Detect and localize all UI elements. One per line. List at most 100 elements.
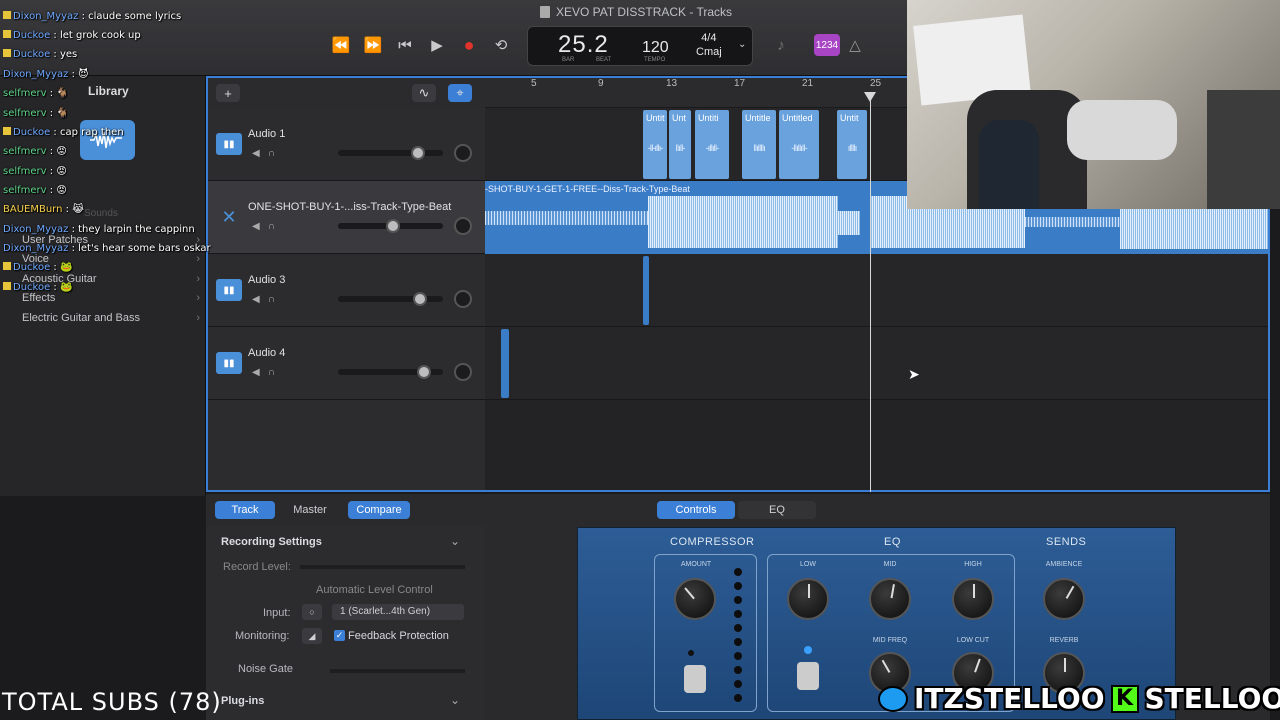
emote-icon: 😡: [56, 166, 67, 177]
cycle-button[interactable]: ⟲: [488, 34, 514, 56]
input-select[interactable]: 1 (Scarlet...4th Gen): [332, 604, 464, 620]
record-level-slider[interactable]: [300, 565, 465, 569]
meter-led: [734, 610, 742, 618]
mute-icon[interactable]: ◀: [252, 148, 260, 159]
chat-text: let grok cook up: [59, 30, 141, 41]
fader-knob[interactable]: [410, 146, 425, 160]
tab-track[interactable]: Track: [215, 501, 275, 519]
track-header[interactable]: ▮▮ Audio 1 ◀ ∩: [208, 108, 485, 181]
noise-gate-label[interactable]: Noise Gate: [238, 663, 293, 675]
audio-region[interactable]: Untitled -‖ı‖ı‖-: [779, 110, 819, 179]
pan-knob[interactable]: [454, 217, 472, 235]
library-search[interactable]: Sounds: [84, 208, 118, 219]
add-track-button[interactable]: +: [216, 84, 240, 102]
chat-text: they larpin the cappinn: [78, 224, 195, 235]
beat-label: BEAT: [596, 57, 612, 63]
catch-playhead-icon[interactable]: ⌖: [448, 84, 472, 102]
window-title-text: XEVO PAT DISSTRACK - Tracks: [556, 5, 733, 19]
sub-badge-icon: [3, 11, 11, 19]
meter-led: [734, 680, 742, 688]
headphones-icon[interactable]: ∩: [268, 221, 275, 232]
amount-knob[interactable]: [674, 578, 716, 620]
track-header[interactable]: ▮▮ Audio 3 ◀ ∩: [208, 254, 485, 327]
input-mono-button[interactable]: ○: [302, 604, 322, 620]
play-button[interactable]: ▶: [424, 34, 450, 56]
tab-controls[interactable]: Controls: [657, 501, 735, 519]
audio-region[interactable]: Untit -‖-ı‖ı-: [643, 110, 667, 179]
region-name: Untitle: [745, 113, 771, 123]
rewind-button[interactable]: ⏪: [328, 34, 354, 56]
track-header[interactable]: ✕ ONE-SHOT-BUY-1-...iss-Track-Type-Beat …: [208, 181, 485, 254]
chat-text: let's hear some bars oskar: [78, 243, 211, 254]
volume-fader[interactable]: [338, 146, 443, 160]
chat-user: Dixon_Myyaz: [3, 224, 69, 235]
low-knob[interactable]: [787, 578, 829, 620]
tab-compare[interactable]: Compare: [348, 501, 410, 519]
waveform-icon: -‖ı‖ı‖-: [791, 143, 807, 153]
track-header[interactable]: ▮▮ Audio 4 ◀ ∩: [208, 327, 485, 400]
chevron-down-icon[interactable]: ⌄: [738, 39, 746, 50]
mute-icon[interactable]: ◀: [252, 367, 260, 378]
mute-icon[interactable]: ◀: [252, 294, 260, 305]
automation-icon[interactable]: ∿: [412, 84, 436, 102]
recording-settings-title[interactable]: Recording Settings: [221, 536, 322, 548]
fader-knob[interactable]: [386, 219, 401, 233]
noise-gate-slider[interactable]: [330, 669, 465, 673]
library-item-label: Effects: [22, 292, 56, 304]
fader-knob[interactable]: [417, 365, 432, 379]
volume-fader[interactable]: [338, 292, 443, 306]
ambience-knob[interactable]: [1043, 578, 1085, 620]
metronome-icon[interactable]: △: [842, 34, 868, 56]
high-knob[interactable]: [952, 578, 994, 620]
library-item[interactable]: Effects ›: [22, 292, 200, 304]
volume-fader[interactable]: [338, 365, 443, 379]
recording-settings-panel: [206, 526, 484, 720]
meter-led: [734, 624, 742, 632]
audio-region[interactable]: Unt ‖ı‖-: [669, 110, 691, 179]
monitoring-button[interactable]: ◢: [302, 628, 322, 644]
chat-message: Duckoe : let grok cook up: [3, 30, 141, 41]
feedback-checkbox[interactable]: ✓: [334, 630, 345, 641]
track-lane[interactable]: [485, 327, 1268, 400]
monitoring-label: Monitoring:: [235, 630, 290, 642]
fader-knob[interactable]: [412, 292, 427, 306]
chevron-down-icon[interactable]: ⌄: [450, 693, 460, 707]
audio-region[interactable]: Untiti -ı‖ı‖-: [695, 110, 729, 179]
knob-indicator: [1064, 658, 1066, 672]
pan-knob[interactable]: [454, 363, 472, 381]
playhead[interactable]: [870, 92, 871, 492]
count-in-button[interactable]: 1234: [814, 34, 840, 56]
chat-user: selfmerv: [3, 88, 47, 99]
audio-region[interactable]: Untit ı‖‖ı: [837, 110, 867, 179]
audio-region[interactable]: [501, 329, 509, 398]
go-to-start-button[interactable]: ⏮: [392, 34, 418, 56]
pan-knob[interactable]: [454, 290, 472, 308]
eq-toggle[interactable]: [797, 662, 819, 690]
meter-led: [734, 694, 742, 702]
audio-region[interactable]: Untitle ‖ı‖‖ı: [742, 110, 776, 179]
headphones-icon[interactable]: ∩: [268, 148, 275, 159]
auto-level-label[interactable]: Automatic Level Control: [316, 584, 433, 596]
volume-fader[interactable]: [338, 219, 443, 233]
compressor-toggle[interactable]: [684, 665, 706, 693]
tab-master[interactable]: Master: [280, 501, 340, 519]
tab-eq[interactable]: EQ: [738, 501, 816, 519]
forward-button[interactable]: ⏩: [360, 34, 386, 56]
mute-icon[interactable]: ◀: [252, 221, 260, 232]
mid-knob[interactable]: [869, 578, 911, 620]
tuner-icon[interactable]: ♪: [768, 34, 794, 56]
headphones-icon[interactable]: ∩: [268, 294, 275, 305]
chat-message: selfmerv : 😡: [3, 166, 67, 177]
plugins-title[interactable]: Plug-ins: [221, 695, 264, 707]
headphones-icon[interactable]: ∩: [268, 367, 275, 378]
empty-lane-area[interactable]: [485, 400, 1268, 490]
track-lane[interactable]: [485, 254, 1268, 327]
sub-badge-icon: [3, 49, 11, 57]
library-item[interactable]: Electric Guitar and Bass ›: [22, 312, 200, 324]
lcd-display[interactable]: 25.2 BAR BEAT 120 TEMPO 4/4 Cmaj ⌄: [527, 26, 753, 66]
audio-region[interactable]: [643, 256, 649, 325]
chevron-down-icon[interactable]: ⌄: [450, 534, 460, 548]
record-button[interactable]: ●: [456, 34, 482, 56]
knob-indicator: [890, 584, 895, 599]
pan-knob[interactable]: [454, 144, 472, 162]
